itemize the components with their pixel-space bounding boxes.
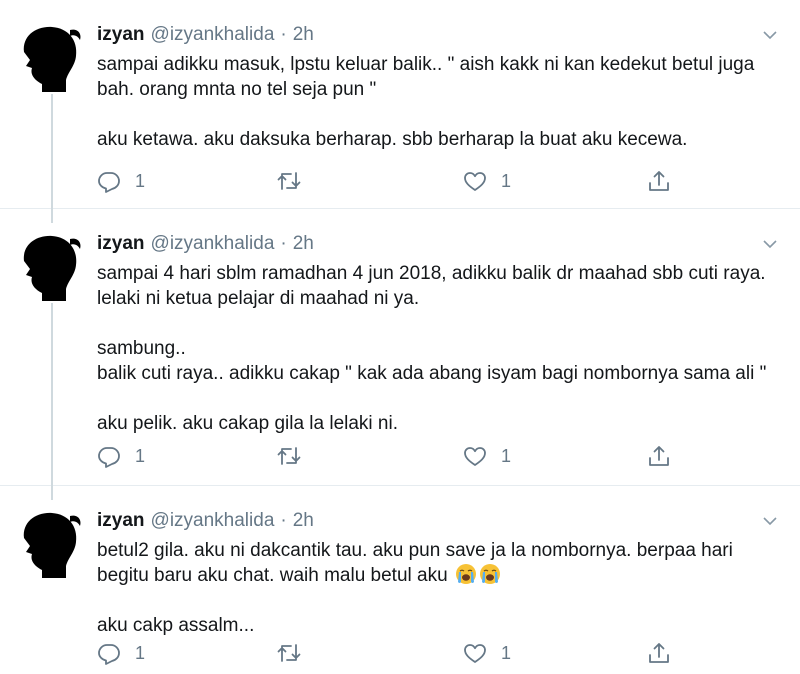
separator-dot: ·	[280, 233, 287, 254]
tweet-line: aku cakp assalm...	[97, 615, 255, 636]
avatar[interactable]	[12, 223, 90, 301]
tweet-line-blank	[97, 311, 777, 336]
user-handle[interactable]: @izyankhalida	[151, 510, 275, 532]
reply-button[interactable]: 1	[97, 640, 145, 666]
tweet-header: izyan @izyankhalida · 2h	[97, 233, 314, 255]
share-icon	[649, 171, 669, 191]
avatar[interactable]	[12, 14, 90, 92]
retweet-icon	[277, 644, 301, 662]
avatar[interactable]	[12, 500, 90, 578]
tweet-line: aku pelik. aku cakap gila la lelaki ni.	[97, 413, 399, 434]
loudly-crying-face-emoji	[479, 564, 500, 584]
timestamp[interactable]: 2h	[293, 24, 314, 46]
separator-dot: ·	[280, 510, 287, 531]
reply-icon	[98, 447, 120, 468]
tweet-actions: 1 1	[97, 640, 687, 666]
tweet-text: sampai 4 hari sblm ramadhan 4 jun 2018, …	[97, 261, 777, 436]
display-name[interactable]: izyan	[97, 233, 145, 255]
reply-count: 1	[135, 642, 146, 663]
tweet-line: lelaki ni ketua pelajar di maahad ni ya.	[97, 288, 420, 309]
thread-line	[51, 94, 53, 209]
tweet-line: balik cuti raya.. adikku cakap " kak ada…	[97, 363, 767, 384]
retweet-button[interactable]	[277, 640, 315, 666]
chevron-down-icon[interactable]	[762, 513, 778, 529]
tweet-line: betul2 gila. aku ni dakcantik tau. aku p…	[97, 540, 733, 561]
like-button[interactable]: 1	[463, 168, 511, 194]
timestamp[interactable]: 2h	[293, 510, 314, 532]
separator-dot: ·	[280, 24, 287, 45]
user-handle[interactable]: @izyankhalida	[151, 233, 275, 255]
tweet[interactable]: izyan @izyankhalida · 2h sampai adikku m…	[0, 0, 800, 209]
tweet-line: sampai 4 hari sblm ramadhan 4 jun 2018, …	[97, 263, 766, 284]
share-button[interactable]	[647, 168, 671, 194]
tweet-line-blank	[97, 102, 777, 127]
share-icon	[649, 643, 669, 663]
tweet-line: sampai adikku masuk, lpstu keluar balik.…	[97, 54, 755, 75]
tweet-line: begitu baru aku chat. waih malu betul ak…	[97, 565, 448, 586]
share-button[interactable]	[647, 640, 671, 666]
tweet-line-blank	[97, 588, 777, 613]
user-handle[interactable]: @izyankhalida	[151, 24, 275, 46]
reply-icon	[98, 644, 120, 665]
retweet-button[interactable]	[277, 168, 315, 194]
like-count: 1	[501, 170, 512, 191]
display-name[interactable]: izyan	[97, 510, 145, 532]
tweet-line-with-emoji: begitu baru aku chat. waih malu betul ak…	[97, 563, 777, 588]
tweet-actions: 1 1	[97, 443, 687, 469]
loudly-crying-face-emoji	[455, 564, 476, 584]
tweet-text: betul2 gila. aku ni dakcantik tau. aku p…	[97, 538, 777, 638]
retweet-icon	[277, 447, 301, 465]
tweet-line: bah. orang mnta no tel seja pun "	[97, 79, 377, 100]
tweet-line: sambung..	[97, 338, 186, 359]
reply-button[interactable]: 1	[97, 168, 145, 194]
tweet-line-blank	[97, 386, 777, 411]
like-icon	[464, 172, 486, 191]
chevron-down-icon[interactable]	[762, 27, 778, 43]
thread-line	[51, 486, 53, 500]
chevron-down-icon[interactable]	[762, 236, 778, 252]
tweet[interactable]: izyan @izyankhalida · 2h sampai 4 hari s…	[0, 209, 800, 486]
like-icon	[464, 644, 486, 663]
tweet[interactable]: izyan @izyankhalida · 2h betul2 gila. ak…	[0, 486, 800, 674]
like-button[interactable]: 1	[463, 443, 511, 469]
tweet-text: sampai adikku masuk, lpstu keluar balik.…	[97, 52, 777, 152]
reply-count: 1	[135, 445, 146, 466]
retweet-button[interactable]	[277, 443, 315, 469]
tweet-line: aku ketawa. aku daksuka berharap. sbb be…	[97, 129, 688, 150]
reply-button[interactable]: 1	[97, 443, 145, 469]
tweet-header: izyan @izyankhalida · 2h	[97, 24, 314, 46]
like-icon	[464, 447, 486, 466]
share-icon	[649, 446, 669, 466]
retweet-icon	[277, 172, 301, 190]
thread-line	[51, 303, 53, 486]
reply-count: 1	[135, 170, 146, 191]
like-button[interactable]: 1	[463, 640, 511, 666]
display-name[interactable]: izyan	[97, 24, 145, 46]
timestamp[interactable]: 2h	[293, 233, 314, 255]
like-count: 1	[501, 445, 512, 466]
like-count: 1	[501, 642, 512, 663]
tweet-header: izyan @izyankhalida · 2h	[97, 510, 314, 532]
thread-line	[51, 209, 53, 223]
tweet-actions: 1 1	[97, 168, 687, 194]
share-button[interactable]	[647, 443, 671, 469]
reply-icon	[98, 172, 120, 193]
